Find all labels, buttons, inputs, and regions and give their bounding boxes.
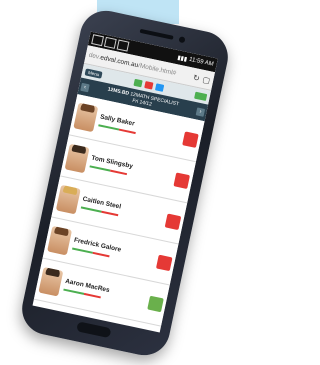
student-info: Aaron MacRes [63,278,146,308]
check-icon [91,34,105,47]
student-avatar [47,225,73,255]
attendance-bar-absent [101,210,119,217]
attendance-bar-absent [118,128,136,135]
phone-screen: ▮▮▮ 11:59 AM dev.edval.com.au/Mobile.htm… [32,31,218,333]
attendance-toggle-button[interactable] [156,254,173,271]
student-avatar [73,102,99,132]
filter-pill-red[interactable] [143,80,154,90]
phone-speaker [139,28,174,40]
attendance-bar-absent [92,251,110,258]
tabs-icon[interactable]: ▢ [202,74,211,84]
attendance-toggle-button[interactable] [164,213,182,230]
phone-camera [178,36,186,44]
attendance-bar-present [72,247,93,254]
next-class-button[interactable]: › [195,106,206,117]
phone-body: ▮▮▮ 11:59 AM dev.edval.com.au/Mobile.htm… [17,6,233,360]
student-name: Caitlen Steel [82,195,122,211]
refresh-icon[interactable]: ↻ [192,72,200,82]
url-domain: edval.com.au [99,53,139,69]
student-list: Sally Baker Tom Slingsby Caitlen Steel Fred… [33,94,205,327]
mail-icon [116,39,130,52]
mail-icon [103,36,117,49]
filter-pill-green[interactable] [133,78,143,87]
student-info: Caitlen Steel [80,195,164,226]
attendance-bar-absent [109,169,128,176]
home-button[interactable] [76,321,112,339]
filter-pill-blue[interactable] [154,82,164,92]
attendance-toggle-button[interactable] [182,130,199,148]
attendance-bar-absent [83,292,101,299]
url-path: /Mobile.html# [137,61,177,77]
prev-class-button[interactable]: ‹ [80,82,90,92]
attendance-bar-present [89,165,111,172]
student-info: Tom Slingsby [89,155,172,185]
student-info: Sally Baker [98,113,181,143]
attendance-bar-present [80,206,102,213]
signal-icon: ▮▮▮ [176,54,188,63]
student-info: Fredrick Galore [72,237,155,267]
student-avatar [38,266,64,297]
done-button[interactable] [194,91,208,101]
attendance-bar-present [63,288,85,295]
phone-mockup: ▮▮▮ 11:59 AM dev.edval.com.au/Mobile.htm… [0,0,256,365]
student-name: Fredrick Galore [73,236,122,254]
student-avatar [55,184,81,214]
student-avatar [64,143,90,173]
status-time: 11:59 AM [188,56,215,68]
attendance-bar-present [98,124,120,131]
attendance-toggle-button[interactable] [147,295,164,312]
attendance-toggle-button[interactable] [173,171,191,189]
student-name: Sally Baker [99,113,136,128]
student-name: Tom Slingsby [90,154,134,171]
menu-button[interactable]: Menu [84,67,103,79]
student-name: Aaron MacRes [64,277,111,295]
